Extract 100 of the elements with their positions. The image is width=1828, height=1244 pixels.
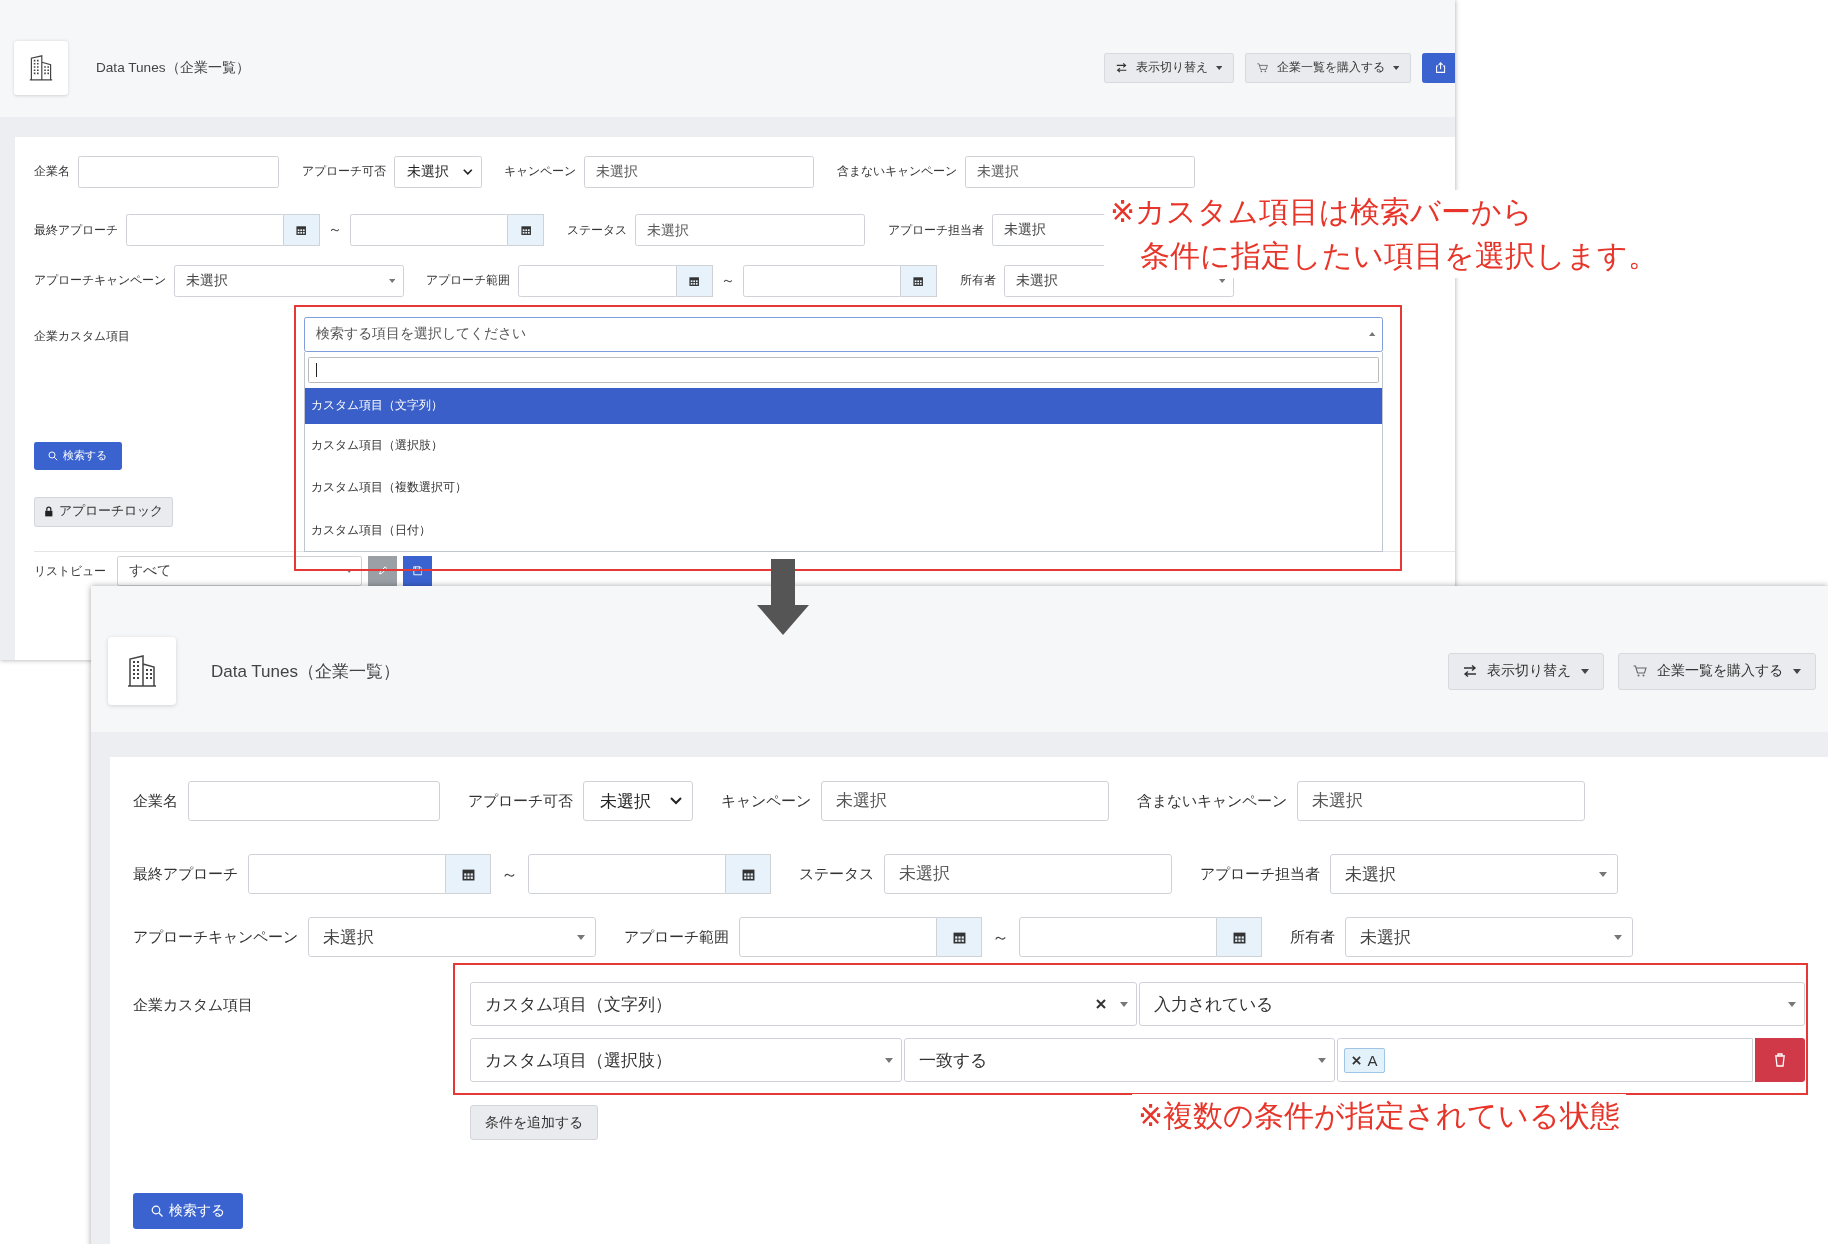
date-field[interactable] xyxy=(349,214,509,247)
select-field[interactable]: 未選択 xyxy=(1345,917,1633,957)
caret-icon xyxy=(1599,871,1607,877)
pencil-icon xyxy=(377,566,388,577)
select-field[interactable]: 未選択 xyxy=(173,264,404,297)
field-label: アプローチ担当者 xyxy=(1200,864,1320,884)
field-label: 企業名 xyxy=(133,791,178,811)
caret-icon xyxy=(1215,66,1222,70)
edit-button[interactable] xyxy=(367,556,397,587)
field-label: リストビュー xyxy=(33,562,106,580)
field-label: 所有者 xyxy=(1290,927,1335,947)
caret-icon xyxy=(388,278,395,283)
date-field[interactable] xyxy=(248,854,446,894)
select-field[interactable]: 未選択 xyxy=(308,917,596,957)
field-label: 企業名 xyxy=(33,163,70,181)
text-field[interactable]: 未選択 xyxy=(583,156,815,188)
page-title: Data Tunes（企業一覧） xyxy=(211,660,400,683)
building-icon xyxy=(28,55,53,81)
select-field[interactable]: 一致する xyxy=(903,1038,1336,1082)
range-separator: ～ xyxy=(327,221,342,240)
caret-icon xyxy=(1318,1057,1327,1063)
date-field[interactable] xyxy=(1019,917,1217,957)
field-label: ステータス xyxy=(566,221,627,239)
text-field[interactable]: 未選択 xyxy=(1297,781,1585,821)
field-label: 含まないキャンペーン xyxy=(1137,791,1287,811)
search-icon xyxy=(151,1205,163,1217)
calendar-icon xyxy=(952,930,966,944)
caret-icon xyxy=(884,1057,893,1063)
header-button[interactable] xyxy=(1422,53,1456,83)
header-button[interactable]: 企業一覧を購入する xyxy=(1245,53,1412,83)
range-separator: ～ xyxy=(720,271,735,290)
calendar-button[interactable] xyxy=(937,917,982,957)
field-label: 最終アプローチ xyxy=(33,221,118,239)
field-label: アプローチ範囲 xyxy=(426,272,511,290)
range-separator: ～ xyxy=(501,863,518,886)
add-condition-button[interactable]: 条件を追加する xyxy=(470,1105,599,1140)
dropdown-option[interactable]: カスタム項目（日付） xyxy=(304,509,1383,552)
text-field[interactable]: 未選択 xyxy=(884,854,1172,894)
text-field[interactable] xyxy=(188,781,440,821)
date-field[interactable] xyxy=(518,264,677,297)
caret-icon xyxy=(577,934,585,940)
field-label: ステータス xyxy=(799,864,874,884)
calendar-button[interactable] xyxy=(283,214,320,247)
save-button[interactable] xyxy=(403,556,432,587)
select-field[interactable]: 未選択 xyxy=(393,156,482,188)
field-label: キャンペーン xyxy=(721,791,811,811)
date-field[interactable] xyxy=(528,854,726,894)
calendar-icon xyxy=(913,275,924,286)
calendar-button[interactable] xyxy=(726,854,771,894)
calendar-button[interactable] xyxy=(676,264,713,297)
header-button[interactable]: 表示切り替え xyxy=(1104,53,1235,83)
text-field[interactable]: 未選択 xyxy=(821,781,1109,821)
trash-icon xyxy=(1774,1053,1786,1067)
caret-icon xyxy=(1581,668,1589,674)
remove-icon[interactable] xyxy=(1352,1055,1362,1065)
search-icon xyxy=(48,451,58,461)
date-field[interactable] xyxy=(742,264,902,297)
lock-button[interactable]: アプローチロック xyxy=(33,496,174,528)
dropdown-option[interactable]: カスタム項目（複数選択可） xyxy=(304,466,1383,510)
lock-icon xyxy=(44,506,54,518)
date-field[interactable] xyxy=(125,214,284,247)
calendar-button[interactable] xyxy=(508,214,545,247)
chevron-icon xyxy=(670,797,682,805)
select-field[interactable]: カスタム項目（選択肢） xyxy=(470,1038,902,1082)
calendar-icon xyxy=(689,275,700,286)
field-label: 企業カスタム項目 xyxy=(133,995,254,1015)
range-separator: ～ xyxy=(992,926,1009,949)
tag-label: A xyxy=(1367,1051,1378,1069)
export-icon xyxy=(1434,62,1446,74)
select-field[interactable]: 未選択 xyxy=(1330,854,1618,894)
text-field[interactable]: 未選択 xyxy=(964,156,1196,188)
search-button[interactable]: 検索する xyxy=(33,441,122,471)
select-field[interactable]: 未選択 xyxy=(583,781,693,821)
dropdown-option[interactable]: カスタム項目（文字列） xyxy=(304,387,1383,425)
calendar-button[interactable] xyxy=(1217,917,1262,957)
caret-icon xyxy=(346,569,353,574)
save-icon xyxy=(412,566,423,577)
tag-field[interactable]: A xyxy=(1337,1038,1753,1082)
field-label: キャンペーン xyxy=(503,163,576,181)
select-field[interactable]: カスタム項目（文字列） xyxy=(470,982,1137,1026)
header-button[interactable]: 企業一覧を購入する xyxy=(1618,652,1816,690)
clear-icon[interactable] xyxy=(1095,999,1106,1009)
field-label: アプローチキャンペーン xyxy=(133,927,298,947)
field-label: アプローチ可否 xyxy=(468,791,573,811)
field-label: 所有者 xyxy=(959,272,996,290)
chevron-icon xyxy=(462,168,473,176)
delete-button[interactable] xyxy=(1755,1038,1805,1082)
calendar-button[interactable] xyxy=(446,854,491,894)
calendar-button[interactable] xyxy=(901,264,938,297)
dropdown-option[interactable]: カスタム項目（選択肢） xyxy=(304,424,1383,467)
text-field[interactable]: 未選択 xyxy=(634,214,866,247)
date-field[interactable] xyxy=(739,917,937,957)
select-field[interactable]: 入力されている xyxy=(1138,982,1805,1026)
search-button[interactable]: 検索する xyxy=(133,1193,243,1229)
field-label: 最終アプローチ xyxy=(133,864,238,884)
header-button[interactable]: 表示切り替え xyxy=(1448,652,1604,690)
caret-icon xyxy=(1369,332,1376,337)
search-field[interactable] xyxy=(308,356,1379,383)
text-field[interactable] xyxy=(77,156,280,188)
page-title: Data Tunes（企業一覧） xyxy=(96,59,250,77)
